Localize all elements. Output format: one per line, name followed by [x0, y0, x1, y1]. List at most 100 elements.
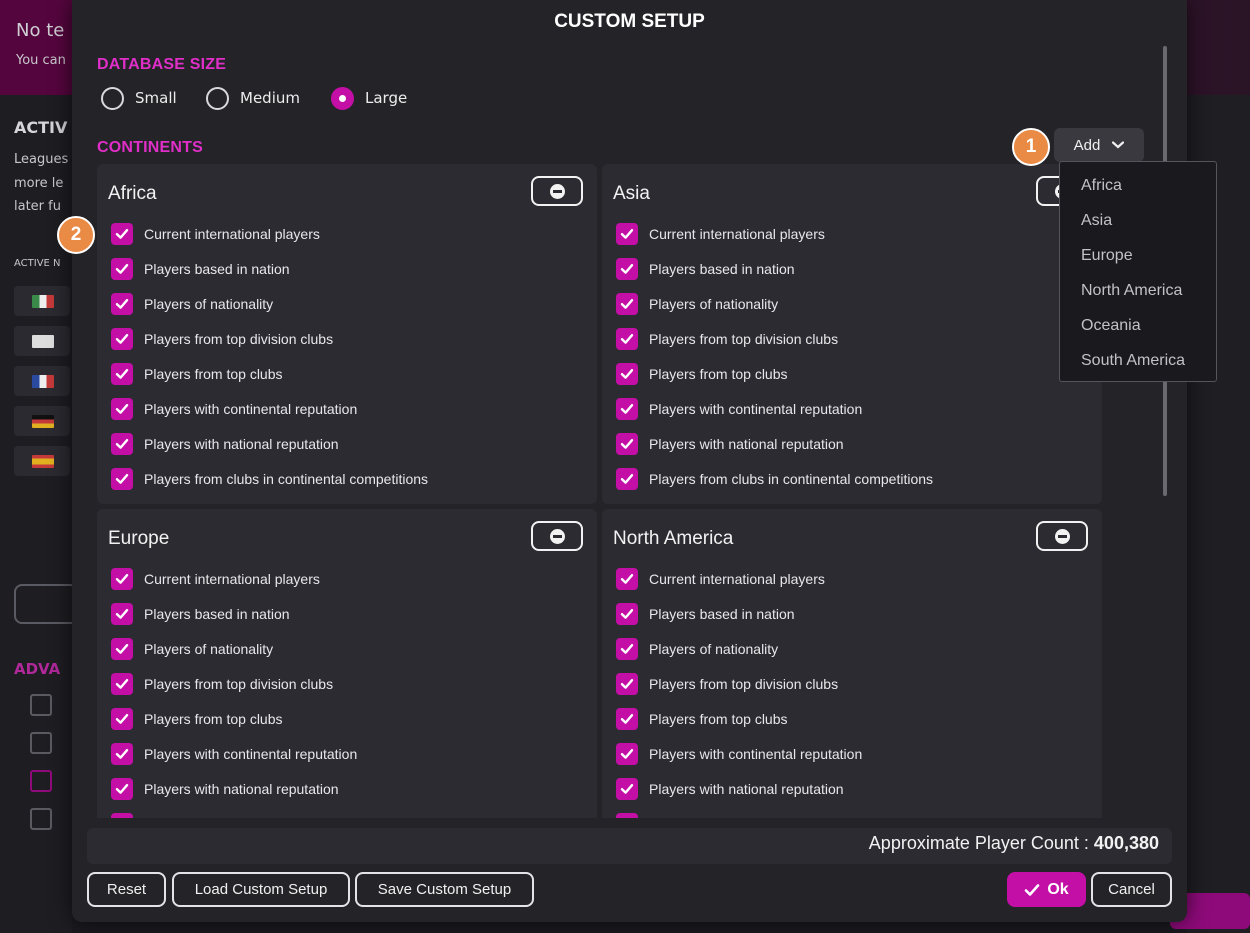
background-title: No te	[16, 20, 65, 41]
checkbox-checked[interactable]	[616, 813, 638, 818]
add-continent-button[interactable]: Add	[1054, 128, 1144, 162]
continent-option-row[interactable]: Players with national reputation	[616, 433, 844, 455]
continent-option-row[interactable]: Current international players	[616, 568, 825, 590]
checkbox-checked[interactable]	[111, 328, 133, 350]
checkbox-checked[interactable]	[111, 743, 133, 765]
dropdown-item-asia[interactable]: Asia	[1060, 206, 1216, 236]
continent-option-row[interactable]: Players based in nation	[616, 603, 795, 625]
radio-circle-selected[interactable]	[331, 86, 354, 110]
continent-option-row[interactable]: Players based in nation	[111, 603, 290, 625]
dropdown-item-africa[interactable]: Africa	[1060, 171, 1216, 201]
continent-option-row[interactable]: Players from top division clubs	[111, 673, 333, 695]
checkbox-checked[interactable]	[111, 258, 133, 280]
checkbox-checked[interactable]	[616, 778, 638, 800]
checkbox-checked[interactable]	[616, 708, 638, 730]
continent-option-row[interactable]: Current international players	[111, 568, 320, 590]
continent-option-row[interactable]: Players from top clubs	[616, 363, 788, 385]
checkmark-icon	[115, 369, 129, 379]
continent-option-row[interactable]: Players with national reputation	[111, 778, 339, 800]
checkmark-icon	[115, 609, 129, 619]
continent-option-row[interactable]: Players with national reputation	[616, 778, 844, 800]
continent-option-row[interactable]: Players from clubs in continental compet…	[111, 813, 428, 818]
checkbox-checked[interactable]	[111, 363, 133, 385]
checkbox-checked[interactable]	[616, 568, 638, 590]
checkbox-checked[interactable]	[111, 433, 133, 455]
checkbox-checked[interactable]	[616, 328, 638, 350]
load-custom-setup-button[interactable]: Load Custom Setup	[172, 872, 350, 907]
remove-continent-button[interactable]	[531, 176, 583, 206]
checkbox-checked[interactable]	[616, 363, 638, 385]
checkbox-checked[interactable]	[111, 568, 133, 590]
checkbox-checked[interactable]	[616, 673, 638, 695]
radio-circle[interactable]	[101, 86, 124, 110]
save-custom-setup-button[interactable]: Save Custom Setup	[355, 872, 534, 907]
radio-circle[interactable]	[206, 86, 229, 110]
continent-option-row[interactable]: Players based in nation	[111, 258, 290, 280]
dropdown-item-south-america[interactable]: South America	[1060, 346, 1216, 376]
continent-option-row[interactable]: Players from top division clubs	[616, 328, 838, 350]
continent-card-africa: Africa Current international players Playe…	[97, 164, 597, 504]
continent-option-row[interactable]: Players of nationality	[111, 293, 273, 315]
checkbox-checked[interactable]	[111, 293, 133, 315]
continent-option-row[interactable]: Players based in nation	[616, 258, 795, 280]
continent-option-row[interactable]: Players from top clubs	[111, 708, 283, 730]
cancel-button[interactable]: Cancel	[1091, 872, 1172, 907]
reset-button[interactable]: Reset	[87, 872, 166, 907]
checkbox-checked[interactable]	[111, 778, 133, 800]
dropdown-item-oceania[interactable]: Oceania	[1060, 311, 1216, 341]
checkbox-checked[interactable]	[616, 433, 638, 455]
continent-option-row[interactable]: Players from top division clubs	[111, 328, 333, 350]
continent-option-row[interactable]: Players from top clubs	[616, 708, 788, 730]
dropdown-item-europe[interactable]: Europe	[1060, 241, 1216, 271]
continent-option-row[interactable]: Players with continental reputation	[616, 398, 862, 420]
checkbox-checked[interactable]	[616, 468, 638, 490]
checkbox-checked[interactable]	[616, 293, 638, 315]
dropdown-item-north-america[interactable]: North America	[1060, 276, 1216, 306]
continent-option-row[interactable]: Players from clubs in continental compet…	[616, 468, 933, 490]
continent-option-row[interactable]: Players of nationality	[616, 293, 778, 315]
continent-option-row[interactable]: Players with continental reputation	[616, 743, 862, 765]
radio-large[interactable]: Large	[331, 86, 407, 110]
checkbox-checked[interactable]	[111, 468, 133, 490]
continent-option-row[interactable]: Players with continental reputation	[111, 743, 357, 765]
checkbox-checked[interactable]	[616, 398, 638, 420]
continent-option-row[interactable]: Current international players	[111, 223, 320, 245]
checkbox-checked[interactable]	[111, 223, 133, 245]
checkbox-checked[interactable]	[616, 223, 638, 245]
checkmark-icon	[620, 369, 634, 379]
remove-continent-button[interactable]	[1036, 521, 1088, 551]
background-checkbox[interactable]	[30, 694, 52, 716]
continent-option-label: Players based in nation	[144, 261, 290, 277]
background-checkbox[interactable]	[30, 732, 52, 754]
radio-medium[interactable]: Medium	[206, 86, 300, 110]
continent-option-row[interactable]: Players with continental reputation	[111, 398, 357, 420]
checkbox-checked[interactable]	[111, 603, 133, 625]
background-checkbox[interactable]	[30, 770, 52, 792]
checkbox-checked[interactable]	[111, 673, 133, 695]
continent-option-row[interactable]: Players of nationality	[111, 638, 273, 660]
background-checkbox[interactable]	[30, 808, 52, 830]
checkbox-checked[interactable]	[111, 398, 133, 420]
continent-option-row[interactable]: Players from clubs in continental compet…	[616, 813, 933, 818]
checkbox-checked[interactable]	[111, 813, 133, 818]
checkbox-checked[interactable]	[616, 258, 638, 280]
continent-option-row[interactable]: Players from top clubs	[111, 363, 283, 385]
continent-option-row[interactable]: Players of nationality	[616, 638, 778, 660]
continent-option-row[interactable]: Current international players	[616, 223, 825, 245]
checkbox-checked[interactable]	[111, 708, 133, 730]
ok-button[interactable]: Ok	[1007, 872, 1086, 907]
checkbox-checked[interactable]	[616, 638, 638, 660]
continent-option-label: Players from top clubs	[649, 366, 788, 382]
player-count-label: Approximate Player Count :	[868, 833, 1089, 853]
remove-continent-button[interactable]	[531, 521, 583, 551]
checkbox-checked[interactable]	[616, 603, 638, 625]
radio-small[interactable]: Small	[101, 86, 177, 110]
continent-option-row[interactable]: Players from top division clubs	[616, 673, 838, 695]
continent-option-label: Players based in nation	[649, 261, 795, 277]
checkbox-checked[interactable]	[616, 743, 638, 765]
checkmark-icon	[620, 714, 634, 724]
checkbox-checked[interactable]	[111, 638, 133, 660]
continent-option-row[interactable]: Players with national reputation	[111, 433, 339, 455]
background-game-button[interactable]	[14, 584, 78, 624]
continent-option-row[interactable]: Players from clubs in continental compet…	[111, 468, 428, 490]
